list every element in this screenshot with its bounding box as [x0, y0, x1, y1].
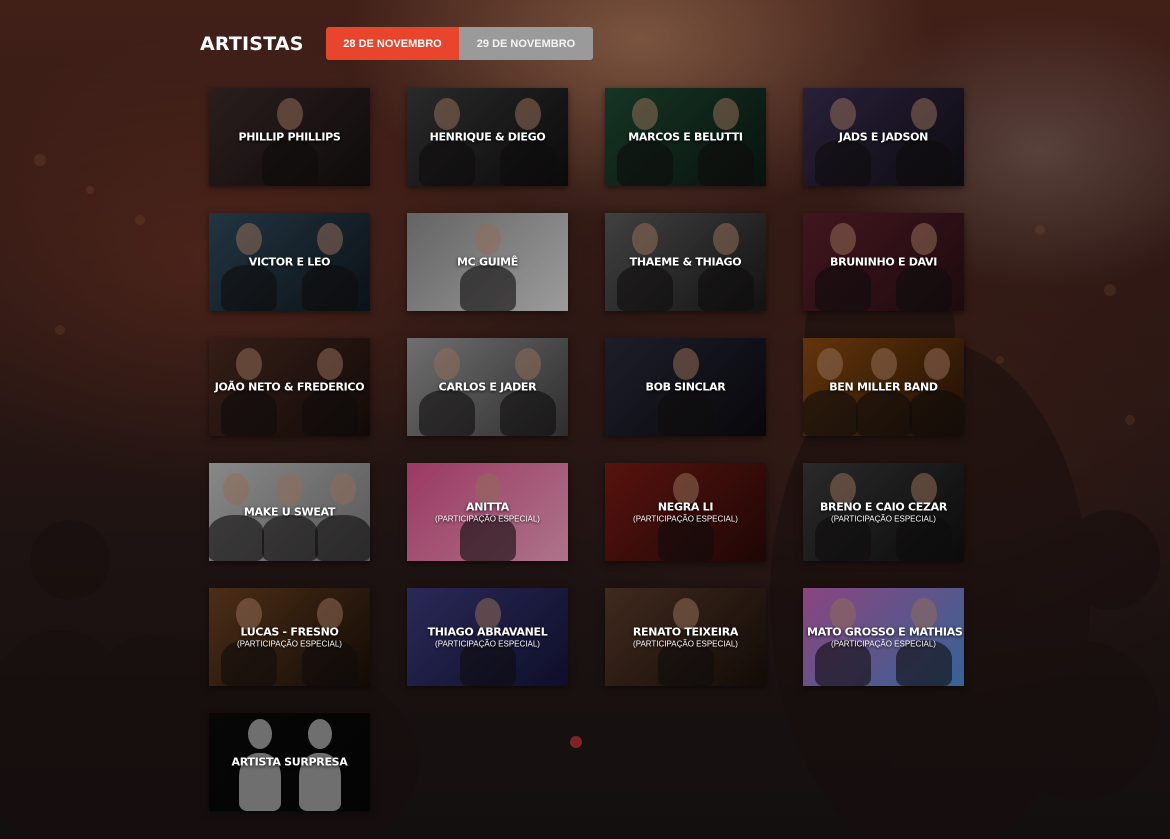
page-title: ARTISTAS	[200, 32, 304, 55]
artist-label: JOÃO NETO & FREDERICO	[209, 381, 370, 394]
date-tabs: 28 DE NOVEMBRO 29 DE NOVEMBRO	[326, 27, 593, 60]
artist-card[interactable]: ARTISTA SURPRESA	[209, 713, 370, 811]
artist-label: PHILLIP PHILLIPS	[209, 131, 370, 144]
artist-card[interactable]: NEGRA LI (PARTICIPAÇÃO ESPECIAL)	[605, 463, 766, 561]
artist-label: VICTOR E LEO	[209, 256, 370, 269]
artist-card[interactable]: ANITTA (PARTICIPAÇÃO ESPECIAL)	[407, 463, 568, 561]
artist-card[interactable]: MAKE U SWEAT	[209, 463, 370, 561]
artist-label: RENATO TEIXEIRA (PARTICIPAÇÃO ESPECIAL)	[605, 626, 766, 649]
artist-card[interactable]: MARCOS E BELUTTI	[605, 88, 766, 186]
artist-card[interactable]: BOB SINCLAR	[605, 338, 766, 436]
artist-note: (PARTICIPAÇÃO ESPECIAL)	[831, 639, 936, 649]
tab-28-november[interactable]: 28 DE NOVEMBRO	[326, 27, 459, 60]
artist-label: BEN MILLER BAND	[803, 381, 964, 394]
artist-name: BRUNINHO E DAVI	[829, 255, 938, 269]
artist-name: PHILLIP PHILLIPS	[238, 130, 341, 144]
artist-card[interactable]: CARLOS E JADER	[407, 338, 568, 436]
artist-card[interactable]: BEN MILLER BAND	[803, 338, 964, 436]
artist-label: ARTISTA SURPRESA	[209, 756, 370, 769]
artist-label: BOB SINCLAR	[605, 381, 766, 394]
artist-name: BEN MILLER BAND	[829, 380, 938, 394]
artist-name: LUCAS - FRESNO	[240, 625, 339, 639]
artist-label: MC GUIMÊ	[407, 256, 568, 269]
artist-label: CARLOS E JADER	[407, 381, 568, 394]
artist-name: THIAGO ABRAVANEL	[427, 625, 548, 639]
artist-name: THAEME & THIAGO	[629, 255, 742, 269]
artist-card[interactable]: JADS E JADSON	[803, 88, 964, 186]
artist-label: LUCAS - FRESNO (PARTICIPAÇÃO ESPECIAL)	[209, 626, 370, 649]
artist-name: RENATO TEIXEIRA	[632, 625, 739, 639]
artist-label: MARCOS E BELUTTI	[605, 131, 766, 144]
artist-label: JADS E JADSON	[803, 131, 964, 144]
artist-name: JADS E JADSON	[838, 130, 929, 144]
artist-label: BRENO E CAIO CEZAR (PARTICIPAÇÃO ESPECIAL…	[803, 501, 964, 524]
artist-name: BRENO E CAIO CEZAR	[819, 500, 948, 514]
artist-name: NEGRA LI	[657, 500, 714, 514]
artist-card[interactable]: HENRIQUE & DIEGO	[407, 88, 568, 186]
artist-label: BRUNINHO E DAVI	[803, 256, 964, 269]
artist-name: HENRIQUE & DIEGO	[429, 130, 546, 144]
artist-card[interactable]: THIAGO ABRAVANEL (PARTICIPAÇÃO ESPECIAL)	[407, 588, 568, 686]
artist-note: (PARTICIPAÇÃO ESPECIAL)	[633, 514, 738, 524]
artist-card[interactable]: RENATO TEIXEIRA (PARTICIPAÇÃO ESPECIAL)	[605, 588, 766, 686]
artists-grid: PHILLIP PHILLIPS HENRIQUE & DIEGO MARCOS E…	[209, 88, 964, 811]
artist-name: MC GUIMÊ	[457, 255, 518, 269]
artist-label: ANITTA (PARTICIPAÇÃO ESPECIAL)	[407, 501, 568, 524]
artist-name: BOB SINCLAR	[645, 380, 726, 394]
artist-label: HENRIQUE & DIEGO	[407, 131, 568, 144]
artist-name: JOÃO NETO & FREDERICO	[214, 380, 365, 394]
artist-name: MARCOS E BELUTTI	[628, 130, 743, 144]
artist-card[interactable]: MATO GROSSO E MATHIAS (PARTICIPAÇÃO ESPEC…	[803, 588, 964, 686]
artist-note: (PARTICIPAÇÃO ESPECIAL)	[633, 639, 738, 649]
artist-name: VICTOR E LEO	[248, 255, 331, 269]
artist-name: ANITTA	[466, 500, 509, 514]
artist-card[interactable]: BRENO E CAIO CEZAR (PARTICIPAÇÃO ESPECIAL…	[803, 463, 964, 561]
artist-card[interactable]: JOÃO NETO & FREDERICO	[209, 338, 370, 436]
artist-label: THAEME & THIAGO	[605, 256, 766, 269]
artist-card[interactable]: THAEME & THIAGO	[605, 213, 766, 311]
artist-card[interactable]: PHILLIP PHILLIPS	[209, 88, 370, 186]
artist-name: MATO GROSSO E MATHIAS	[807, 625, 963, 639]
artist-note: (PARTICIPAÇÃO ESPECIAL)	[237, 639, 342, 649]
artist-note: (PARTICIPAÇÃO ESPECIAL)	[435, 514, 540, 524]
page-header: ARTISTAS 28 DE NOVEMBRO 29 DE NOVEMBRO	[200, 27, 593, 60]
artist-card[interactable]: BRUNINHO E DAVI	[803, 213, 964, 311]
artist-note: (PARTICIPAÇÃO ESPECIAL)	[831, 514, 936, 524]
artist-card[interactable]: MC GUIMÊ	[407, 213, 568, 311]
artist-label: NEGRA LI (PARTICIPAÇÃO ESPECIAL)	[605, 501, 766, 524]
artist-label: MAKE U SWEAT	[209, 506, 370, 519]
artist-label: MATO GROSSO E MATHIAS (PARTICIPAÇÃO ESPEC…	[803, 626, 964, 649]
artist-name: ARTISTA SURPRESA	[231, 755, 348, 769]
tab-29-november[interactable]: 29 DE NOVEMBRO	[459, 27, 593, 60]
artist-name: CARLOS E JADER	[438, 380, 537, 394]
artist-label: THIAGO ABRAVANEL (PARTICIPAÇÃO ESPECIAL)	[407, 626, 568, 649]
artist-name: MAKE U SWEAT	[243, 505, 336, 519]
artist-note: (PARTICIPAÇÃO ESPECIAL)	[435, 639, 540, 649]
artist-card[interactable]: VICTOR E LEO	[209, 213, 370, 311]
artist-card[interactable]: LUCAS - FRESNO (PARTICIPAÇÃO ESPECIAL)	[209, 588, 370, 686]
